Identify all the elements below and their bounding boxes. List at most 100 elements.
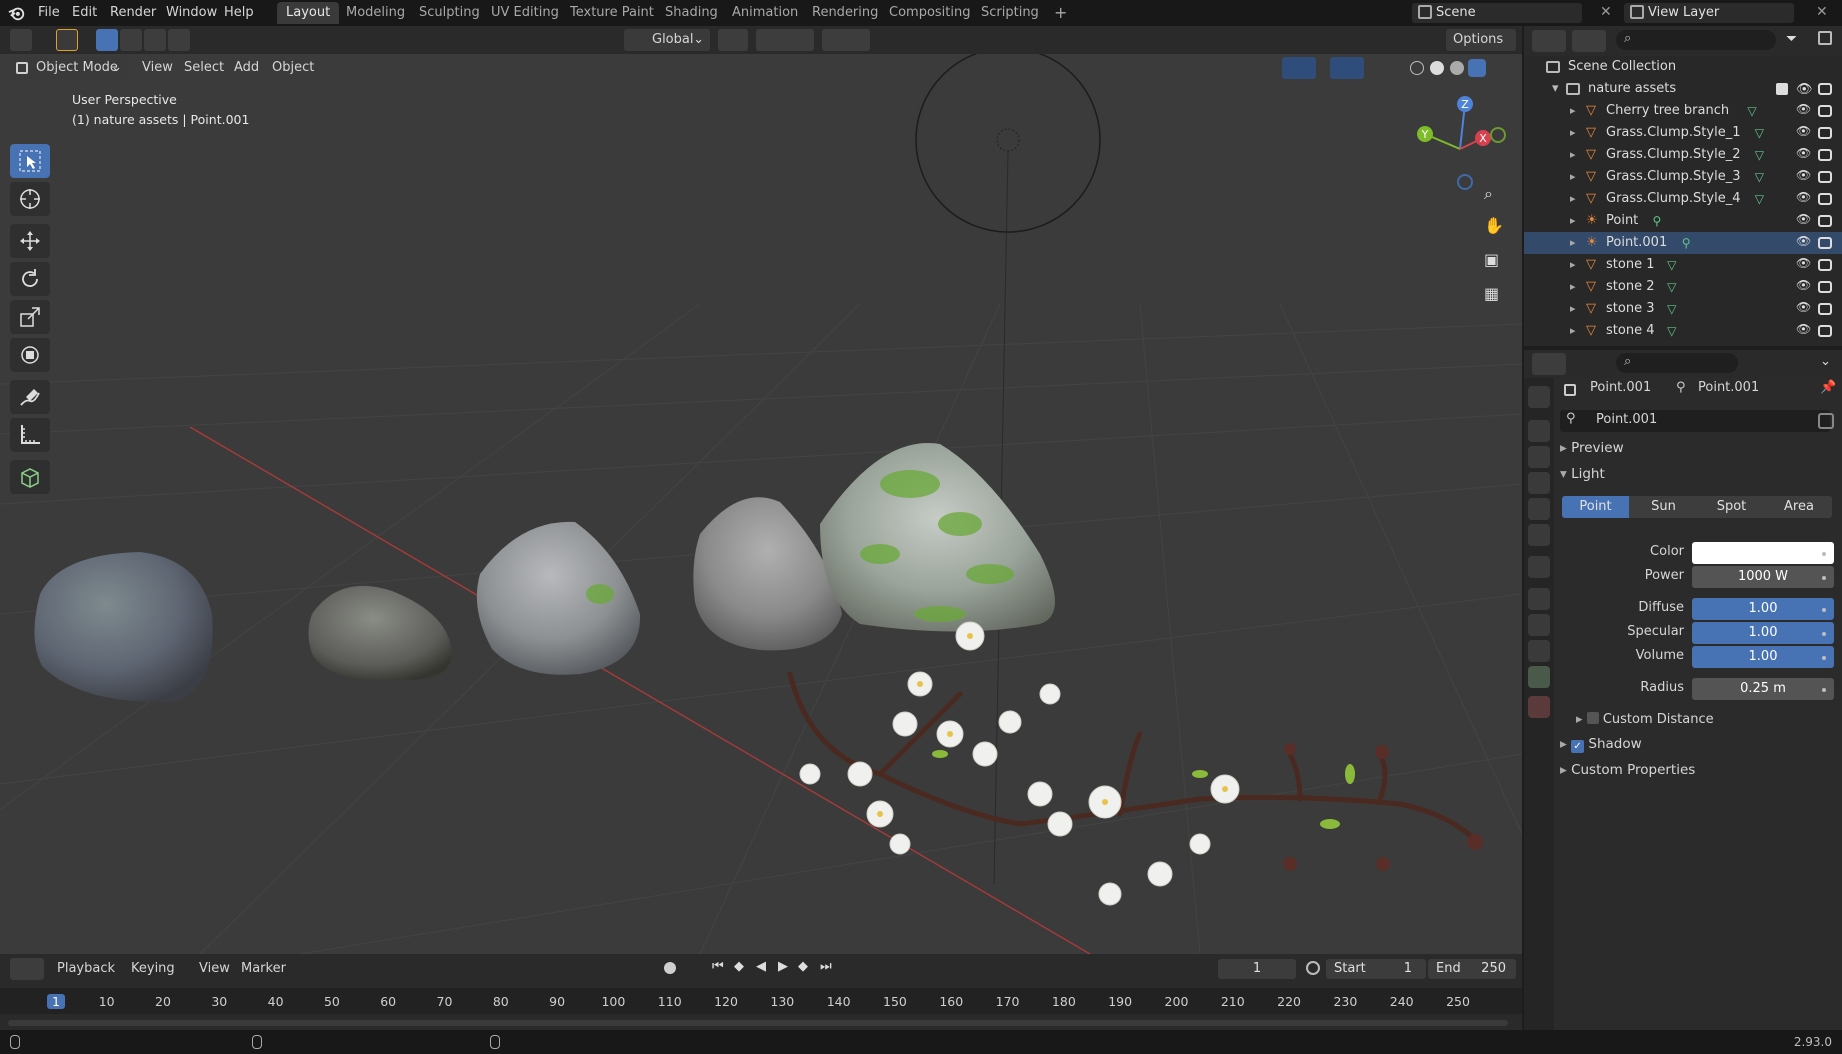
shadow-panel-header[interactable]: ▸ ✓ Shadow [1560,736,1642,753]
wireframe-shading-icon[interactable] [1410,61,1424,75]
eye-icon[interactable]: 👁 [1796,190,1811,204]
new-collection-icon[interactable] [1818,31,1832,45]
menu-help[interactable]: Help [218,3,260,23]
select-tool-icon[interactable] [56,29,78,51]
mesh-data-icon[interactable]: ▽ [1755,144,1764,166]
mesh-data-icon[interactable]: ▽ [1747,100,1756,122]
menu-object[interactable]: Object [265,57,321,79]
properties-editor-type-icon[interactable] [1532,353,1566,375]
light-data-icon[interactable]: ⚲ [1682,232,1691,254]
gizmo-toggle-icon[interactable] [1282,57,1316,79]
proportional-editing-icon[interactable] [822,29,870,51]
camera-icon[interactable] [1818,215,1832,227]
menu-edit[interactable]: Edit [66,3,103,23]
close-icon[interactable]: ✕ [1816,4,1828,20]
xray-icon[interactable] [1380,57,1402,79]
snap-icon[interactable] [756,29,814,51]
preview-panel-header[interactable]: ▸ Preview [1560,440,1624,456]
eye-icon[interactable]: 👁 [1796,278,1811,292]
light-type-sun[interactable]: Sun [1630,496,1697,518]
collection-tab-icon[interactable] [1528,556,1550,578]
end-frame-field[interactable]: End 250 [1428,959,1516,979]
camera-icon[interactable] [1818,105,1832,117]
display-mode-icon[interactable] [1572,30,1606,52]
volume-field[interactable]: 1.00 [1692,646,1834,668]
chevron-down-icon[interactable]: ⌄ [1820,354,1831,369]
physics-tab-icon[interactable] [1528,614,1550,636]
close-icon[interactable]: ✕ [1600,4,1612,20]
outliner-row-scene-collection[interactable]: Scene Collection [1524,56,1842,78]
current-frame-field[interactable]: 1 [1218,959,1296,979]
tab-modeling[interactable]: Modeling [337,2,414,24]
tab-uv-editing[interactable]: UV Editing [482,2,568,24]
transform-orientation-dropdown[interactable]: Global ⌄ [624,29,710,51]
material-shading-icon[interactable] [1450,61,1464,75]
play-reverse-icon[interactable]: ◀ [756,959,766,974]
select-mode-extend-icon[interactable] [120,29,142,51]
pin-icon[interactable]: 📌 [1820,380,1836,395]
rotate-tool[interactable] [10,262,50,296]
tab-texture-paint[interactable]: Texture Paint [561,2,663,24]
transform-tool[interactable] [10,338,50,372]
outliner-row-collection[interactable]: ▾ nature assets 👁 [1524,78,1842,100]
record-icon[interactable] [664,962,676,974]
view-layer-selector[interactable]: View Layer [1624,3,1794,23]
outliner-editor-type-icon[interactable] [1532,30,1566,52]
view-layer-tab-icon[interactable] [1528,472,1550,494]
light-type-point[interactable]: Point [1562,496,1629,518]
camera-icon[interactable] [1818,171,1832,183]
texture-tab-icon[interactable] [1528,696,1550,718]
mesh-data-icon[interactable]: ▽ [1667,320,1676,342]
menu-window[interactable]: Window [160,3,223,23]
diffuse-field[interactable]: 1.00 [1692,598,1834,620]
solid-shading-icon[interactable] [1430,61,1444,75]
outliner-row[interactable]: ▸ ▽ stone 2 ▽ 👁 [1524,276,1842,298]
clock-icon[interactable] [1306,961,1320,975]
menu-add[interactable]: Add [227,57,266,79]
camera-icon[interactable] [1818,193,1832,205]
annotate-tool[interactable] [10,380,50,414]
timeline-editor-type-icon[interactable] [10,958,44,980]
outliner-row[interactable]: ▸ ☀ Point ⚲ 👁 [1524,210,1842,232]
tool-tab-icon[interactable] [1528,386,1550,408]
light-data-icon[interactable]: ⚲ [1653,210,1662,232]
scene-tab-icon[interactable] [1528,498,1550,520]
tab-sculpting[interactable]: Sculpting [410,2,489,24]
custom-distance-checkbox[interactable] [1586,712,1599,724]
keyframe-dot-icon[interactable] [1822,608,1826,612]
3d-viewport[interactable]: Object Mode ⌄ View Select Add Object Use… [0,54,1522,954]
tab-scripting[interactable]: Scripting [972,2,1048,24]
chevron-right-icon[interactable]: ▸ [1570,276,1576,298]
start-frame-field[interactable]: Start 1 [1326,959,1426,979]
tab-animation[interactable]: Animation [723,2,807,24]
light-type-spot[interactable]: Spot [1698,496,1765,518]
measure-tool[interactable] [10,418,50,452]
camera-icon[interactable] [1818,303,1832,315]
camera-icon[interactable] [1818,281,1832,293]
keyframe-dot-icon[interactable] [1822,688,1826,692]
camera-icon[interactable] [1818,149,1832,161]
zoom-icon[interactable]: ⌕ [1484,184,1493,204]
camera-icon[interactable] [1818,259,1832,271]
tab-rendering[interactable]: Rendering [803,2,887,24]
menu-file[interactable]: File [32,3,66,23]
datablock-selector[interactable]: ⚲ Point.001 [1560,410,1830,432]
chevron-right-icon[interactable]: ▸ [1570,210,1576,232]
menu-view[interactable]: View [135,57,180,79]
camera-icon[interactable] [1818,325,1832,337]
light-type-area[interactable]: Area [1766,496,1832,518]
outliner-row[interactable]: ▸ ▽ Grass.Clump.Style_1 ▽ 👁 [1524,122,1842,144]
outliner-row[interactable]: ▸ ▽ stone 4 ▽ 👁 [1524,320,1842,342]
eye-icon[interactable]: 👁 [1796,146,1811,160]
specular-field[interactable]: 1.00 [1692,622,1834,644]
menu-select[interactable]: Select [177,57,231,79]
chevron-right-icon[interactable]: ▸ [1570,122,1576,144]
mesh-data-icon[interactable]: ▽ [1667,298,1676,320]
world-tab-icon[interactable] [1528,524,1550,546]
object-tab-icon[interactable] [1528,588,1550,610]
options-dropdown[interactable]: Options [1446,29,1516,51]
overlays-toggle-icon[interactable] [1330,57,1364,79]
camera-icon[interactable]: ▣ [1484,250,1499,269]
outliner-search-input[interactable]: ⌕ [1616,30,1776,50]
menu-playback[interactable]: Playback [50,958,122,980]
